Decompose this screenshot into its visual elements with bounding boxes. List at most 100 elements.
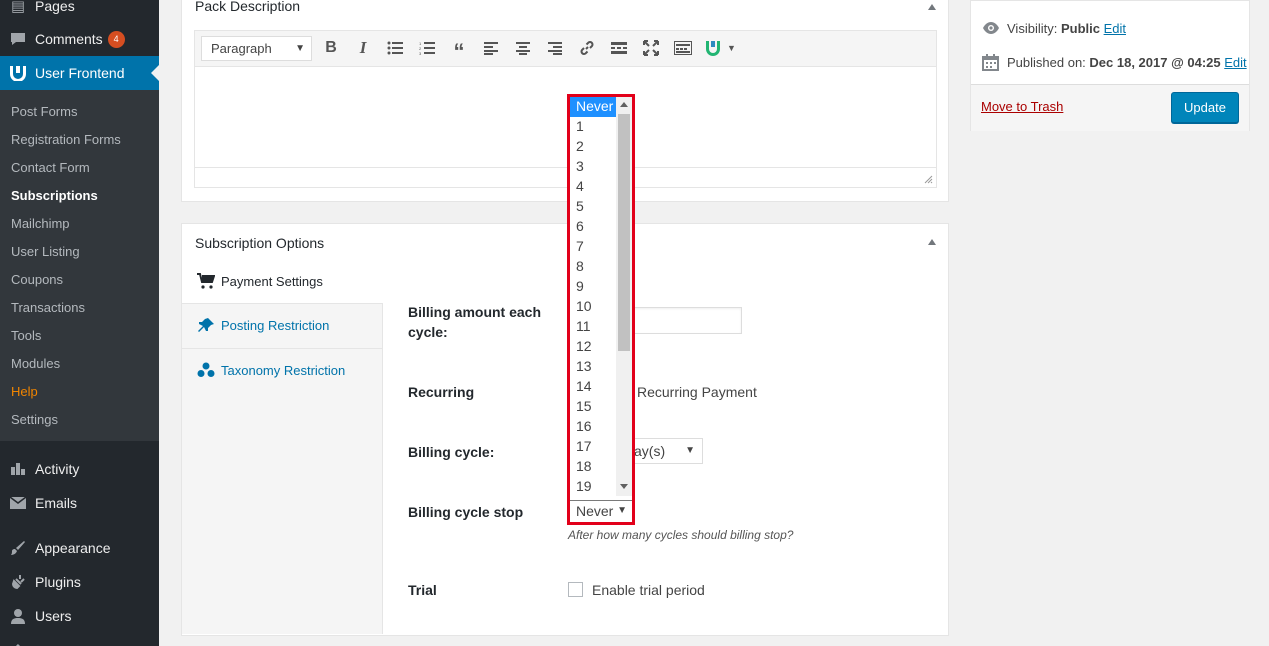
submenu-post-forms[interactable]: Post Forms [11, 104, 77, 119]
menu-label-emails: Emails [35, 495, 78, 511]
visibility-value: Public [1060, 21, 1100, 36]
menu-label-appearance: Appearance [35, 540, 111, 556]
submenu-contact-form[interactable]: Contact Form [11, 160, 90, 175]
menu-label-users: Users [35, 608, 72, 624]
menu-label-plugins: Plugins [35, 574, 81, 590]
dropdown-option[interactable]: 7 [570, 237, 616, 257]
billing-amount-input[interactable] [628, 307, 742, 334]
submenu-coupons[interactable]: Coupons [11, 272, 63, 287]
editor-toolbar: Paragraph ▼ B I 123 “ ▼ [194, 30, 937, 67]
menu-label-pages: Pages [35, 0, 75, 14]
wpuf-shortcode-icon[interactable]: ▼ [702, 38, 738, 58]
billing-cycle-label: Billing cycle: [408, 444, 495, 460]
recurring-payment-checkbox-label[interactable]: Recurring Payment [637, 384, 757, 400]
dropdown-option[interactable]: 5 [570, 197, 616, 217]
toolbar-toggle-icon[interactable] [673, 38, 693, 58]
read-more-icon[interactable] [609, 38, 629, 58]
menu-item-plugins[interactable]: Plugins [0, 572, 159, 592]
comment-bubble-icon [8, 29, 28, 49]
link-icon[interactable] [577, 38, 597, 58]
scroll-up-arrow-icon[interactable] [620, 102, 628, 107]
dropdown-option[interactable]: 9 [570, 277, 616, 297]
dropdown-option-never[interactable]: Never [570, 97, 616, 117]
menu-item-pages[interactable]: ▤ Pages [0, 0, 159, 16]
italic-icon[interactable]: I [353, 38, 373, 58]
calendar-icon [982, 54, 999, 74]
menu-item-users[interactable]: Users [0, 606, 159, 626]
fullscreen-icon[interactable] [641, 38, 661, 58]
dropdown-option[interactable]: 15 [570, 397, 616, 417]
submenu-transactions[interactable]: Transactions [11, 300, 85, 315]
dropdown-option[interactable]: 17 [570, 437, 616, 457]
dropdown-option[interactable]: 11 [570, 317, 616, 337]
menu-item-activity[interactable]: Activity [0, 459, 159, 479]
tab-posting-restriction[interactable]: Posting Restriction [197, 316, 329, 334]
editor-statusbar [194, 167, 937, 188]
visibility-edit-link[interactable]: Edit [1104, 21, 1126, 36]
dropdown-option[interactable]: 13 [570, 357, 616, 377]
tab-taxonomy-restriction[interactable]: Taxonomy Restriction [197, 361, 345, 379]
published-edit-link[interactable]: Edit [1224, 55, 1246, 70]
description-editor-area[interactable] [194, 67, 937, 168]
menu-item-tools[interactable] [0, 636, 159, 646]
format-select-value: Paragraph [211, 41, 272, 56]
tab-payment-settings[interactable]: Payment Settings [197, 272, 323, 290]
menu-item-appearance[interactable]: Appearance [0, 538, 159, 558]
bulleted-list-icon[interactable] [385, 38, 405, 58]
scroll-down-arrow-icon[interactable] [620, 484, 628, 489]
billing-cycle-unit-value: ay(s) [634, 443, 666, 459]
submenu-modules[interactable]: Modules [11, 356, 60, 371]
dropdown-option[interactable]: 19 [570, 477, 616, 496]
dropdown-option[interactable]: 16 [570, 417, 616, 437]
align-left-icon[interactable] [481, 38, 501, 58]
submenu-settings[interactable]: Settings [11, 412, 58, 427]
chevron-down-icon: ▼ [617, 505, 627, 516]
menu-item-user-frontend[interactable]: User Frontend [0, 56, 159, 90]
visibility-label: Visibility: [1007, 21, 1058, 36]
dropdown-option[interactable]: 3 [570, 157, 616, 177]
trial-checkbox-label[interactable]: Enable trial period [592, 582, 705, 598]
menu-item-comments[interactable]: Comments 4 [0, 29, 159, 49]
billing-cycle-stop-select[interactable]: Never ▼ [570, 500, 632, 522]
billing-cycle-unit-select[interactable]: ay(s) ▼ [620, 438, 703, 464]
submenu-help[interactable]: Help [11, 384, 38, 399]
dropdown-option[interactable]: 12 [570, 337, 616, 357]
trial-checkbox[interactable] [568, 582, 583, 597]
update-button[interactable]: Update [1171, 92, 1239, 123]
align-right-icon[interactable] [545, 38, 565, 58]
published-line: Published on: Dec 18, 2017 @ 04:25 Edit [1007, 55, 1247, 70]
submenu-user-listing[interactable]: User Listing [11, 244, 80, 259]
submenu-subscriptions[interactable]: Subscriptions [11, 188, 98, 203]
dropdown-option[interactable]: 8 [570, 257, 616, 277]
blockquote-icon[interactable]: “ [449, 38, 469, 64]
menu-item-emails[interactable]: Emails [0, 493, 159, 513]
numbered-list-icon[interactable]: 123 [417, 38, 437, 58]
move-to-trash-link[interactable]: Move to Trash [981, 99, 1063, 114]
submenu-mailchimp[interactable]: Mailchimp [11, 216, 70, 231]
dropdown-option[interactable]: 14 [570, 377, 616, 397]
paragraph-format-select[interactable]: Paragraph ▼ [201, 36, 312, 61]
dropdown-option[interactable]: 1 [570, 117, 616, 137]
resize-handle-icon[interactable] [924, 175, 933, 184]
submenu-tools[interactable]: Tools [11, 328, 41, 343]
subscription-tabs [182, 303, 383, 634]
dropdown-option[interactable]: 4 [570, 177, 616, 197]
align-center-icon[interactable] [513, 38, 533, 58]
submenu-registration-forms[interactable]: Registration Forms [11, 132, 121, 147]
collapse-arrow-icon[interactable] [928, 239, 936, 245]
eye-icon [982, 21, 1000, 38]
dropdown-option[interactable]: 10 [570, 297, 616, 317]
recurring-label: Recurring [408, 384, 475, 400]
user-icon [8, 606, 28, 626]
visibility-line: Visibility: Public Edit [1007, 21, 1126, 36]
scrollbar-thumb[interactable] [618, 114, 630, 351]
dropdown-option[interactable]: 2 [570, 137, 616, 157]
collapse-arrow-icon[interactable] [928, 4, 936, 10]
groups-icon [197, 362, 217, 378]
wrench-icon [8, 636, 28, 646]
dropdown-option[interactable]: 6 [570, 217, 616, 237]
dropdown-scrollbar[interactable] [616, 97, 632, 496]
dropdown-option[interactable]: 18 [570, 457, 616, 477]
menu-label-activity: Activity [35, 461, 80, 477]
bold-icon[interactable]: B [321, 38, 341, 58]
